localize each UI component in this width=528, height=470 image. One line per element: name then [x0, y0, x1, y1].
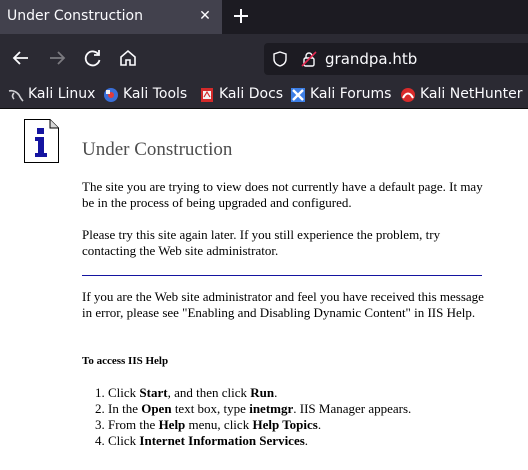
kali-docs-icon — [201, 88, 213, 102]
bookmark-label: Kali Tools — [123, 86, 188, 102]
kali-nethunter-icon — [401, 88, 415, 102]
tab-title: Under Construction — [7, 8, 143, 24]
page-content: Under Construction The site you are tryi… — [0, 109, 528, 470]
divider — [82, 275, 482, 276]
bookmark-label: Kali Docs — [219, 86, 284, 102]
kali-dragon-icon — [8, 89, 24, 102]
intro-paragraph: The site you are trying to view does not… — [82, 179, 483, 210]
reload-icon[interactable] — [83, 48, 103, 68]
insecure-lock-icon[interactable] — [301, 51, 317, 67]
kali-forums-icon — [291, 88, 305, 102]
kali-tools-icon — [104, 88, 118, 102]
tab-bar: Under Construction ✕ — [0, 0, 528, 34]
home-icon[interactable] — [118, 48, 138, 68]
bookmark-label: Kali NetHunter — [420, 86, 523, 102]
page-title: Under Construction — [82, 139, 233, 160]
list-item: Click Internet Information Services. — [108, 433, 411, 449]
instructions-list: Click Start, and then click Run. In the … — [82, 385, 411, 449]
shield-icon[interactable] — [272, 51, 288, 67]
list-item: In the Open text box, type inetmgr. IIS … — [108, 401, 411, 417]
back-arrow-icon[interactable] — [11, 48, 31, 68]
forward-arrow-icon[interactable] — [47, 48, 67, 68]
info-icon — [24, 119, 59, 163]
tab-active[interactable]: Under Construction ✕ — [0, 0, 222, 34]
url-text: grandpa.htb — [325, 50, 418, 68]
close-icon[interactable]: ✕ — [196, 7, 214, 25]
address-bar[interactable]: grandpa.htb — [264, 43, 528, 75]
list-item: From the Help menu, click Help Topics. — [108, 417, 411, 433]
try-again-paragraph: Please try this site again later. If you… — [82, 227, 441, 258]
admin-paragraph: If you are the Web site administrator an… — [82, 289, 484, 320]
list-item: Click Start, and then click Run. — [108, 385, 411, 401]
iis-help-subheading: To access IIS Help — [82, 355, 169, 367]
navigation-toolbar: grandpa.htb — [0, 34, 528, 82]
bookmarks-toolbar: Kali Linux Kali Tools Kali Docs Kali For… — [0, 82, 528, 109]
plus-icon[interactable] — [231, 6, 251, 26]
bookmark-label: Kali Linux — [28, 86, 96, 102]
bookmark-label: Kali Forums — [310, 86, 392, 102]
